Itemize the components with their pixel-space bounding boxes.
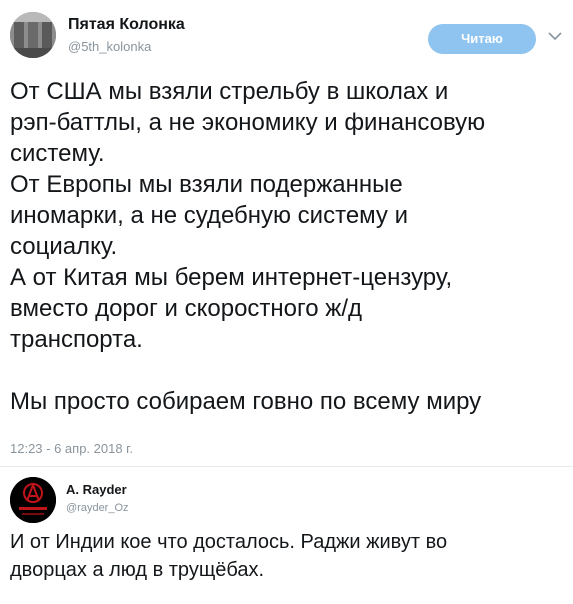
tweet-text: От США мы взяли стрельбу в школах и рэп-… bbox=[10, 76, 560, 417]
tweet-text-line: А от Китая мы берем интернет-цензуру, bbox=[10, 264, 453, 291]
tweet-header: Пятая Колонка @5th_kolonka Читаю bbox=[10, 10, 563, 60]
tweet-text-line: иномарки, а не судебную систему и bbox=[10, 202, 409, 229]
tweet-text-line: рэп-баттлы, а не экономику и финансовую bbox=[10, 109, 486, 136]
anarchy-logo-icon bbox=[10, 477, 56, 523]
author-avatar[interactable] bbox=[10, 12, 56, 58]
tweet-text-line: систему. bbox=[10, 140, 105, 167]
reply-author-handle[interactable]: @rayder_Oz bbox=[66, 502, 129, 514]
tweet-text-line: От США мы взяли стрельбу в школах и bbox=[10, 78, 449, 105]
tweet-text-line: транспорта. bbox=[10, 326, 143, 353]
reply-tweet: A. Rayder @rayder_Oz И от Индии кое что … bbox=[0, 467, 573, 604]
building-avatar-image bbox=[10, 12, 56, 58]
tweet-text-line: вместо дорог и скоростного ж/д bbox=[10, 295, 362, 322]
tweet-closing-line: Мы просто собираем говно по всему миру bbox=[10, 388, 482, 415]
tweet-timestamp[interactable]: 12:23 - 6 апр. 2018 г. bbox=[10, 441, 133, 456]
reply-text: И от Индии кое что досталось. Раджи живу… bbox=[10, 528, 560, 584]
chevron-down-icon[interactable] bbox=[547, 28, 563, 44]
tweet-text-line: социалку. bbox=[10, 233, 118, 260]
author-name[interactable]: Пятая Колонка bbox=[68, 16, 185, 34]
tweet-text-line: От Европы мы взяли подержанные bbox=[10, 171, 403, 198]
reply-text-line: дворцах а люд в трущёбах. bbox=[10, 559, 265, 581]
reply-text-line: И от Индии кое что досталось. Раджи живу… bbox=[10, 531, 448, 553]
author-handle[interactable]: @5th_kolonka bbox=[68, 39, 151, 54]
reply-author-avatar[interactable] bbox=[10, 477, 56, 523]
follow-button[interactable]: Читаю bbox=[428, 24, 536, 54]
reply-author-name[interactable]: A. Rayder bbox=[66, 482, 127, 497]
